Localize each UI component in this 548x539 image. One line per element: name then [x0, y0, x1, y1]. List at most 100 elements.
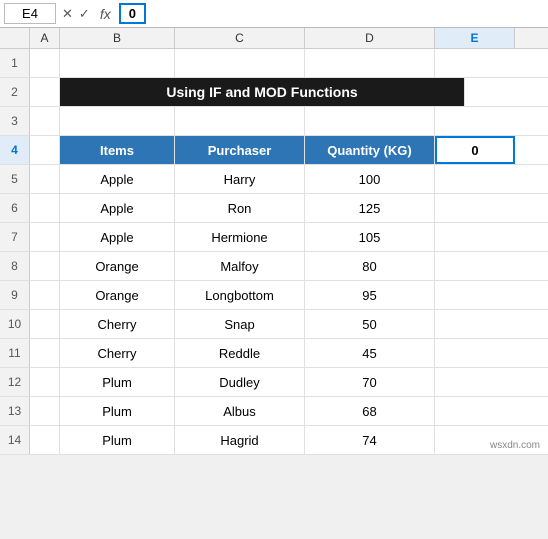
- row-num-12: 12: [0, 368, 30, 396]
- row-11: 11 Cherry Reddle 45: [0, 339, 548, 368]
- fx-icon: fx: [96, 6, 115, 22]
- row-8: 8 Orange Malfoy 80: [0, 252, 548, 281]
- cell-a1[interactable]: [30, 49, 60, 77]
- row-5: 5 Apple Harry 100: [0, 165, 548, 194]
- cell-e12[interactable]: [435, 368, 515, 396]
- cell-b3[interactable]: [60, 107, 175, 135]
- row-9: 9 Orange Longbottom 95: [0, 281, 548, 310]
- cell-b1[interactable]: [60, 49, 175, 77]
- cell-e1[interactable]: [435, 49, 515, 77]
- confirm-icon[interactable]: ✓: [77, 6, 92, 22]
- cell-e8[interactable]: [435, 252, 515, 280]
- cell-b6[interactable]: Apple: [60, 194, 175, 222]
- cell-a9[interactable]: [30, 281, 60, 309]
- row-3: 3: [0, 107, 548, 136]
- cell-e5[interactable]: [435, 165, 515, 193]
- cell-e9[interactable]: [435, 281, 515, 309]
- cell-b12[interactable]: Plum: [60, 368, 175, 396]
- cell-c8[interactable]: Malfoy: [175, 252, 305, 280]
- cell-b5[interactable]: Apple: [60, 165, 175, 193]
- cell-c11[interactable]: Reddle: [175, 339, 305, 367]
- cell-e2[interactable]: [465, 78, 545, 106]
- spreadsheet-title: Using IF and MOD Functions: [60, 78, 465, 106]
- cell-e7[interactable]: [435, 223, 515, 251]
- row-num-2: 2: [0, 78, 30, 106]
- watermark: wsxdn.com: [490, 440, 540, 451]
- col-header-e: E: [435, 28, 515, 48]
- cell-c6[interactable]: Ron: [175, 194, 305, 222]
- cell-a5[interactable]: [30, 165, 60, 193]
- cell-b11[interactable]: Cherry: [60, 339, 175, 367]
- row-num-13: 13: [0, 397, 30, 425]
- row-2: 2 Using IF and MOD Functions: [0, 78, 548, 107]
- cell-a8[interactable]: [30, 252, 60, 280]
- row-num-8: 8: [0, 252, 30, 280]
- cell-d12[interactable]: 70: [305, 368, 435, 396]
- cell-d8[interactable]: 80: [305, 252, 435, 280]
- col-header-c: C: [175, 28, 305, 48]
- cell-e4[interactable]: 0: [435, 136, 515, 164]
- cell-c13[interactable]: Albus: [175, 397, 305, 425]
- cell-d13[interactable]: 68: [305, 397, 435, 425]
- col-header-d: D: [305, 28, 435, 48]
- formula-bar-controls: ✕ ✓: [60, 6, 92, 22]
- row-num-header: [0, 28, 30, 48]
- cell-a13[interactable]: [30, 397, 60, 425]
- row-num-10: 10: [0, 310, 30, 338]
- row-4: 4 Items Purchaser Quantity (KG) 0: [0, 136, 548, 165]
- cell-d1[interactable]: [305, 49, 435, 77]
- cell-c10[interactable]: Snap: [175, 310, 305, 338]
- row-num-9: 9: [0, 281, 30, 309]
- cell-e3[interactable]: [435, 107, 515, 135]
- cell-e11[interactable]: [435, 339, 515, 367]
- cell-b8[interactable]: Orange: [60, 252, 175, 280]
- cell-b13[interactable]: Plum: [60, 397, 175, 425]
- formula-bar: E4 ✕ ✓ fx 0: [0, 0, 548, 28]
- cell-c9[interactable]: Longbottom: [175, 281, 305, 309]
- cell-a10[interactable]: [30, 310, 60, 338]
- cell-a14[interactable]: [30, 426, 60, 454]
- cell-a11[interactable]: [30, 339, 60, 367]
- cell-a3[interactable]: [30, 107, 60, 135]
- cell-a7[interactable]: [30, 223, 60, 251]
- cell-c3[interactable]: [175, 107, 305, 135]
- cell-a6[interactable]: [30, 194, 60, 222]
- row-13: 13 Plum Albus 68: [0, 397, 548, 426]
- cell-a2[interactable]: [30, 78, 60, 106]
- cell-reference-box[interactable]: E4: [4, 3, 56, 24]
- cell-b10[interactable]: Cherry: [60, 310, 175, 338]
- row-num-14: 14: [0, 426, 30, 454]
- cell-e13[interactable]: [435, 397, 515, 425]
- cell-e6[interactable]: [435, 194, 515, 222]
- col-header-a: A: [30, 28, 60, 48]
- cell-d11[interactable]: 45: [305, 339, 435, 367]
- cell-c5[interactable]: Harry: [175, 165, 305, 193]
- cancel-icon[interactable]: ✕: [60, 6, 75, 22]
- cell-d9[interactable]: 95: [305, 281, 435, 309]
- cell-a4[interactable]: [30, 136, 60, 164]
- row-12: 12 Plum Dudley 70: [0, 368, 548, 397]
- row-num-5: 5: [0, 165, 30, 193]
- cell-e10[interactable]: [435, 310, 515, 338]
- cell-a12[interactable]: [30, 368, 60, 396]
- header-items[interactable]: Items: [60, 136, 175, 164]
- cell-c1[interactable]: [175, 49, 305, 77]
- cell-d10[interactable]: 50: [305, 310, 435, 338]
- cell-d6[interactable]: 125: [305, 194, 435, 222]
- cell-d3[interactable]: [305, 107, 435, 135]
- row-num-1: 1: [0, 49, 30, 77]
- header-purchaser[interactable]: Purchaser: [175, 136, 305, 164]
- formula-input[interactable]: 0: [119, 3, 146, 24]
- column-headers: A B C D E: [0, 28, 548, 49]
- cell-b9[interactable]: Orange: [60, 281, 175, 309]
- cell-b14[interactable]: Plum: [60, 426, 175, 454]
- cell-d5[interactable]: 100: [305, 165, 435, 193]
- cell-d14[interactable]: 74: [305, 426, 435, 454]
- header-quantity[interactable]: Quantity (KG): [305, 136, 435, 164]
- cell-c7[interactable]: Hermione: [175, 223, 305, 251]
- cell-b7[interactable]: Apple: [60, 223, 175, 251]
- cell-c12[interactable]: Dudley: [175, 368, 305, 396]
- cell-d7[interactable]: 105: [305, 223, 435, 251]
- row-7: 7 Apple Hermione 105: [0, 223, 548, 252]
- cell-c14[interactable]: Hagrid: [175, 426, 305, 454]
